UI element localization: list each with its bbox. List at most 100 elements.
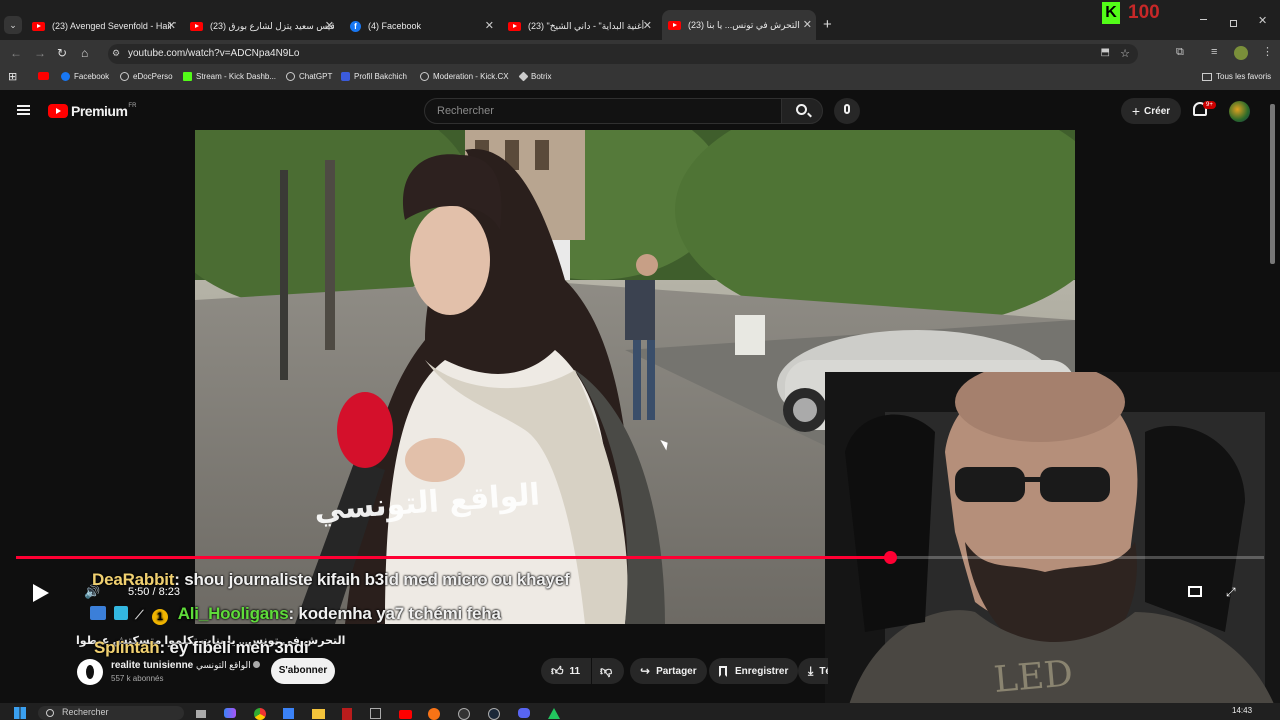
play-button[interactable]	[33, 584, 49, 602]
store-icon[interactable]	[283, 708, 294, 719]
streamer-webcam: LED	[825, 372, 1280, 720]
browser-tab[interactable]: (23) Avenged Sevenfold - Hail T ✕	[32, 14, 176, 38]
taskbar-search[interactable]: Rechercher	[38, 706, 184, 720]
bakchich-icon	[341, 72, 350, 81]
bookmark-item[interactable]: Moderation - Kick.CX	[420, 72, 509, 81]
copilot-icon[interactable]	[224, 708, 236, 718]
chat-text: : shou journaliste kifaih b3id med micro…	[174, 570, 570, 589]
taskbar-search-label: Rechercher	[62, 707, 109, 717]
subscribe-button[interactable]: S'abonner	[271, 658, 335, 684]
apps-grid-icon[interactable]: ⊞	[8, 70, 17, 83]
voice-search-button[interactable]	[834, 98, 860, 124]
file-explorer-icon[interactable]	[312, 709, 325, 719]
bookmark-item[interactable]: eDocPerso	[120, 72, 173, 81]
bookmark-label: Botrix	[531, 72, 552, 81]
all-bookmarks[interactable]: Tous les favoris	[1202, 72, 1271, 81]
steam-icon[interactable]	[488, 708, 500, 720]
extensions-icon[interactable]: ⧉	[1176, 46, 1184, 59]
hamburger-menu-icon[interactable]	[17, 105, 30, 115]
bookmark-label: Stream - Kick Dashb...	[196, 72, 277, 81]
search-icon	[796, 104, 807, 115]
facebook-icon	[61, 72, 70, 81]
tab-title: (23) Avenged Sevenfold - Hail T	[52, 21, 176, 31]
gear-icon	[420, 72, 429, 81]
tab-list-dropdown-icon[interactable]: ⌄	[4, 16, 22, 34]
browser-menu-icon[interactable]: ⋮	[1262, 45, 1273, 58]
taskbar-clock[interactable]: 14:43	[1232, 706, 1252, 715]
youtube-icon	[38, 72, 49, 80]
close-window-icon[interactable]: ✕	[1258, 14, 1267, 27]
address-bar[interactable]: ⚙ youtube.com/watch?v=ADCNpa4N9Lo ☆ ⬒	[108, 44, 1138, 64]
channel-avatar[interactable]	[77, 659, 103, 685]
install-app-icon[interactable]: ⬒	[1101, 47, 1110, 58]
save-button[interactable]: Enregistrer	[709, 658, 799, 684]
chrome-icon[interactable]	[254, 708, 266, 720]
app-icon[interactable]	[342, 708, 352, 720]
chat-username: DeaRabbit	[92, 570, 175, 589]
region-code: FR	[128, 103, 137, 109]
media-control-icon[interactable]: ≡	[1211, 46, 1217, 58]
search-input[interactable]: Rechercher	[424, 98, 782, 124]
share-button[interactable]: ↪ Partager	[630, 658, 707, 684]
search-button[interactable]	[781, 98, 823, 124]
browser-tab[interactable]: (23) قيس سعيد يتزل لشارع بورق ✕	[190, 14, 334, 38]
browser-tab-active[interactable]: (23) التحرش في تونس... يا بنا ✕	[662, 10, 816, 40]
youtube-logo[interactable]: Premium FR	[48, 103, 136, 119]
discord-icon[interactable]	[518, 708, 530, 718]
close-icon[interactable]: ✕	[167, 19, 176, 32]
bookmark-item[interactable]: ChatGPT	[286, 72, 332, 81]
share-arrow-icon: ↪	[640, 664, 651, 678]
tab-title: (23) "أغنية البداية" - داني الشيخ	[528, 20, 645, 31]
minimize-window-icon[interactable]	[1200, 19, 1207, 20]
like-button[interactable]: 👍︎ 11	[541, 658, 591, 684]
progress-scrubber[interactable]	[884, 551, 897, 564]
rank-badge-icon: 1	[151, 609, 168, 625]
bookmark-item[interactable]: Facebook	[61, 72, 109, 81]
profile-avatar[interactable]	[1234, 46, 1248, 60]
app-icon[interactable]	[548, 708, 560, 719]
channel-name[interactable]: realite tunisienne الواقع التونسي	[111, 660, 261, 671]
bookmark-star-icon[interactable]: ☆	[1120, 47, 1130, 60]
browser-tab[interactable]: f (4) Facebook ✕	[350, 14, 494, 38]
shirt-print: LED	[992, 653, 1074, 701]
home-icon[interactable]: ⌂	[81, 46, 88, 60]
chat-text: : ey fibeli men 3ndi	[159, 638, 309, 657]
site-info-icon[interactable]: ⚙	[112, 48, 120, 59]
close-icon[interactable]: ✕	[485, 19, 494, 32]
download-button[interactable]: ⤓ Télé	[798, 658, 828, 684]
app-icon[interactable]	[458, 708, 470, 720]
obs-icon[interactable]	[428, 708, 440, 720]
youtube-icon	[668, 20, 681, 30]
bookmark-item[interactable]: Stream - Kick Dashb...	[183, 72, 276, 81]
browser-tab[interactable]: (23) "أغنية البداية" - داني الشيخ ✕	[508, 14, 652, 38]
miniplayer-icon[interactable]	[1188, 586, 1202, 597]
save-label: Enregistrer	[735, 665, 789, 677]
youtube-icon	[32, 21, 45, 31]
notification-badge: 9+	[1203, 101, 1216, 109]
forward-arrow-icon[interactable]: →	[34, 46, 46, 60]
close-icon[interactable]: ✕	[325, 19, 334, 32]
close-icon[interactable]: ✕	[803, 18, 812, 31]
windows-start-icon[interactable]	[14, 707, 26, 719]
close-icon[interactable]: ✕	[643, 19, 652, 32]
page-scrollbar[interactable]	[1270, 104, 1275, 264]
dislike-button[interactable]: 👎︎	[592, 658, 624, 684]
restore-window-icon[interactable]	[1230, 20, 1237, 27]
bookmark-item[interactable]: Botrix	[518, 71, 552, 82]
youtube-icon[interactable]	[399, 710, 412, 719]
reload-icon[interactable]: ↻	[57, 46, 67, 60]
chat-message: ⟋ 1 Ali_Hooligans: kodemha ya7 tchémi fe…	[90, 604, 501, 625]
app-icon[interactable]	[370, 708, 381, 719]
task-view-icon[interactable]	[196, 710, 206, 718]
account-avatar[interactable]	[1229, 101, 1250, 122]
back-arrow-icon[interactable]: ←	[10, 46, 22, 60]
bookmark-item[interactable]: Profil Bakchich	[341, 72, 407, 81]
bookmark-youtube[interactable]	[38, 72, 49, 80]
new-tab-plus-icon[interactable]: +	[823, 16, 832, 33]
channel-name-arabic: الواقع التونسي	[196, 660, 251, 670]
plus-icon: +	[1131, 103, 1141, 119]
kick-logo-icon: K	[1102, 2, 1120, 24]
fullscreen-icon[interactable]: ⤢	[1226, 585, 1236, 600]
create-button[interactable]: + Créer	[1121, 98, 1181, 124]
windows-taskbar	[0, 703, 1280, 720]
